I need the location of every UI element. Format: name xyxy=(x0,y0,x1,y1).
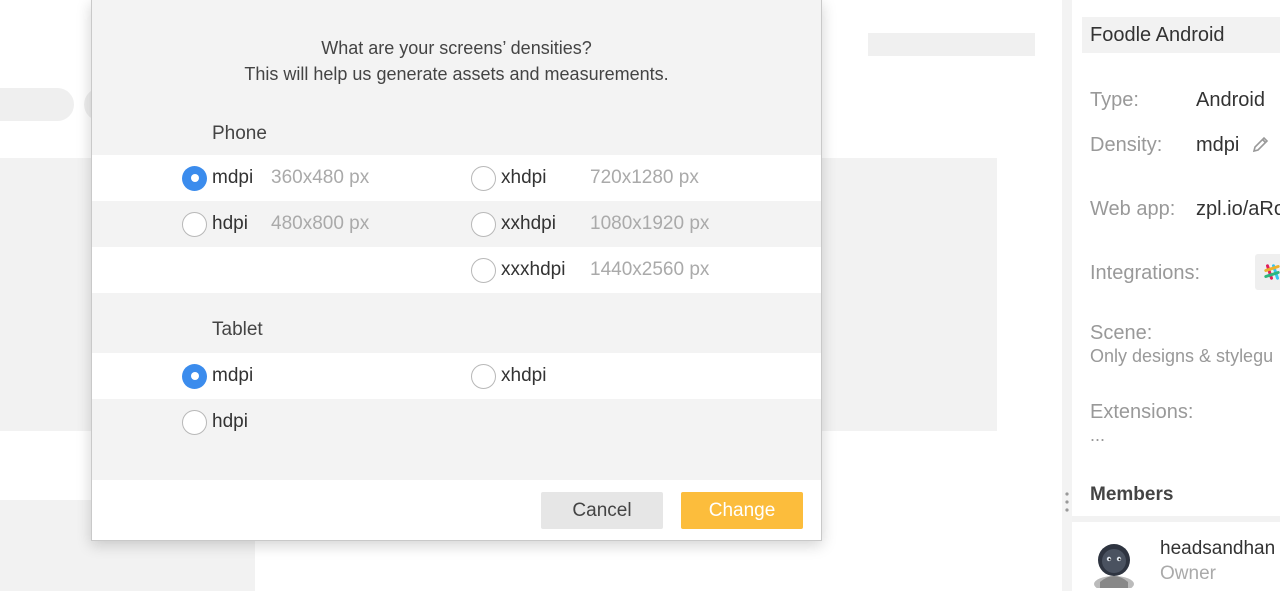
project-sidebar: Foodle Android Type: Android Density: md… xyxy=(1072,0,1280,591)
scene-label: Scene: xyxy=(1090,322,1153,344)
option-size: 1080x1920 px xyxy=(590,213,710,234)
drag-handle-icon[interactable] xyxy=(1064,490,1070,514)
webapp-link[interactable]: zpl.io/aRo xyxy=(1196,198,1280,221)
dialog-title: What are your screens’ densities? This w… xyxy=(92,35,821,87)
phone-xxxhdpi-option[interactable]: xxxhdpi xyxy=(471,247,565,293)
scene-value: Only designs & stylegu xyxy=(1090,346,1274,366)
option-label: xhdpi xyxy=(501,365,547,386)
edit-pencil-icon[interactable] xyxy=(1252,135,1270,153)
option-size: 360x480 px xyxy=(271,167,370,188)
density-dialog: What are your screens’ densities? This w… xyxy=(91,0,822,541)
avatar[interactable] xyxy=(1092,540,1136,588)
members-divider xyxy=(1072,516,1280,522)
tablet-section-label: Tablet xyxy=(212,319,263,340)
phone-xxxhdpi-radio[interactable] xyxy=(471,257,496,283)
density-label: Density: xyxy=(1090,134,1163,156)
dialog-title-line1: What are your screens’ densities? xyxy=(321,38,592,58)
cancel-button[interactable]: Cancel xyxy=(541,492,663,529)
option-label: hdpi xyxy=(212,213,248,234)
density-value: mdpi xyxy=(1196,134,1240,156)
tablet-row-2: hdpi xyxy=(92,399,821,445)
dialog-title-line2: This will help us generate assets and me… xyxy=(244,64,669,84)
option-size: 720x1280 px xyxy=(590,167,699,188)
option-label: mdpi xyxy=(212,167,254,188)
change-button[interactable]: Change xyxy=(681,492,803,529)
members-title: Members xyxy=(1090,484,1174,505)
phone-mdpi-radio[interactable] xyxy=(182,165,207,191)
slack-icon xyxy=(1264,264,1280,280)
tablet-xhdpi-radio[interactable] xyxy=(471,363,496,389)
webapp-label: Web app: xyxy=(1090,198,1176,220)
option-label: mdpi xyxy=(212,365,254,386)
phone-section-label: Phone xyxy=(212,123,267,144)
type-value: Android xyxy=(1196,89,1265,111)
phone-xhdpi-radio[interactable] xyxy=(471,165,496,191)
background-bar xyxy=(868,33,1035,56)
tablet-mdpi-radio[interactable] xyxy=(182,363,207,389)
phone-mdpi-option[interactable]: mdpi xyxy=(182,155,253,201)
phone-hdpi-radio[interactable] xyxy=(182,211,207,237)
integrations-label: Integrations: xyxy=(1090,262,1201,284)
option-label: hdpi xyxy=(212,411,248,432)
member-role: Owner xyxy=(1160,563,1216,584)
option-label: xxxhdpi xyxy=(501,259,566,280)
project-name: Foodle Android xyxy=(1082,17,1280,53)
phone-hdpi-option[interactable]: hdpi xyxy=(182,201,248,247)
extensions-value: ... xyxy=(1090,425,1106,445)
phone-row-3: xxxhdpi 1440x2560 px xyxy=(92,247,821,293)
option-size: 480x800 px xyxy=(271,213,370,234)
tablet-row-1: mdpi xhdpi xyxy=(92,353,821,399)
phone-xxhdpi-option[interactable]: xxhdpi xyxy=(471,201,556,247)
tablet-xhdpi-option[interactable]: xhdpi xyxy=(471,353,546,399)
phone-xhdpi-option[interactable]: xhdpi xyxy=(471,155,546,201)
option-label: xxhdpi xyxy=(501,213,556,234)
option-label: xhdpi xyxy=(501,167,547,188)
slack-integration-button[interactable] xyxy=(1255,254,1280,290)
type-label: Type: xyxy=(1090,89,1139,111)
tablet-hdpi-radio[interactable] xyxy=(182,409,207,435)
extensions-label: Extensions: xyxy=(1090,401,1194,423)
option-size: 1440x2560 px xyxy=(590,259,710,280)
member-name[interactable]: headsandhan xyxy=(1160,538,1275,560)
phone-row-2: hdpi 480x800 px xxhdpi 1080x1920 px xyxy=(92,201,821,247)
phone-row-1: mdpi 360x480 px xhdpi 720x1280 px xyxy=(92,155,821,201)
tablet-mdpi-option[interactable]: mdpi xyxy=(182,353,253,399)
tablet-hdpi-option[interactable]: hdpi xyxy=(182,399,248,445)
dialog-footer: Cancel Change xyxy=(92,480,821,540)
background-search-field xyxy=(0,88,74,121)
phone-xxhdpi-radio[interactable] xyxy=(471,211,496,237)
